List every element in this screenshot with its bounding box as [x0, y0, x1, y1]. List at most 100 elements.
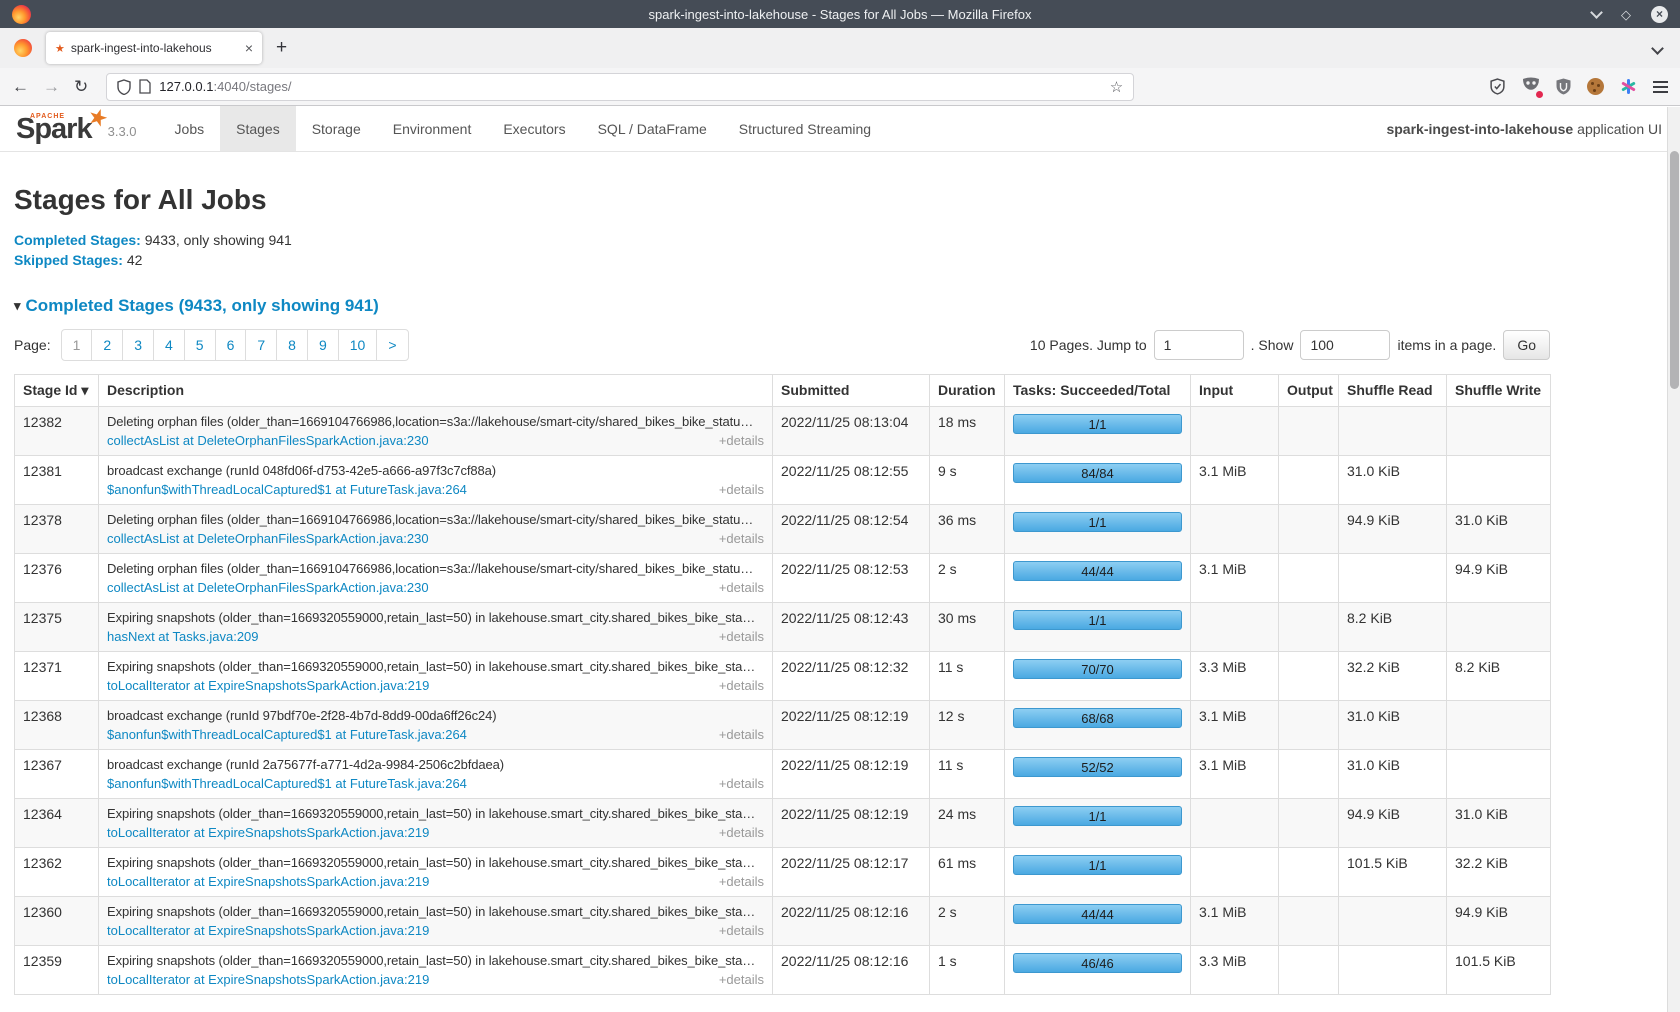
- page-button-5[interactable]: 5: [184, 329, 216, 361]
- page-size-input[interactable]: [1300, 330, 1390, 360]
- privacy-mask-extension-icon[interactable]: [1522, 77, 1540, 96]
- new-tab-button[interactable]: +: [276, 37, 287, 59]
- column-header-shuffle-write[interactable]: Shuffle Write: [1447, 375, 1551, 407]
- details-toggle[interactable]: +details: [719, 580, 764, 595]
- pagination-row: Page: 12345678910> 10 Pages. Jump to . S…: [14, 329, 1550, 361]
- column-header-duration[interactable]: Duration: [930, 375, 1005, 407]
- page-button-6[interactable]: 6: [215, 329, 247, 361]
- ublock-shield-icon[interactable]: [1556, 78, 1571, 95]
- details-toggle[interactable]: +details: [719, 678, 764, 693]
- stage-detail-link[interactable]: hasNext at Tasks.java:209: [107, 629, 259, 644]
- page-button-10[interactable]: 10: [338, 329, 378, 361]
- stage-detail-link[interactable]: collectAsList at DeleteOrphanFilesSparkA…: [107, 433, 429, 448]
- menu-icon[interactable]: [1653, 81, 1668, 93]
- go-button[interactable]: Go: [1503, 330, 1550, 360]
- stage-detail-link[interactable]: toLocalIterator at ExpireSnapshotsSparkA…: [107, 678, 429, 693]
- details-toggle[interactable]: +details: [719, 874, 764, 889]
- firefox-view-icon[interactable]: [14, 39, 32, 57]
- tasks-progress-bar: 44/44: [1013, 561, 1182, 581]
- page-button-1[interactable]: 1: [61, 329, 93, 361]
- url-bar[interactable]: 127.0.0.1:4040/stages/ ☆: [106, 73, 1134, 101]
- stage-detail-link[interactable]: $anonfun$withThreadLocalCaptured$1 at Fu…: [107, 727, 467, 742]
- page-button->[interactable]: >: [376, 329, 408, 361]
- details-toggle[interactable]: +details: [719, 776, 764, 791]
- output-cell: [1279, 701, 1339, 750]
- page-button-8[interactable]: 8: [276, 329, 308, 361]
- stage-detail-link[interactable]: collectAsList at DeleteOrphanFilesSparkA…: [107, 531, 429, 546]
- cookie-extension-icon[interactable]: [1587, 78, 1604, 95]
- stage-id-cell: 12359: [15, 946, 99, 995]
- permissions-shield-icon[interactable]: [117, 79, 131, 95]
- column-header-submitted[interactable]: Submitted: [773, 375, 930, 407]
- nav-tab-environment[interactable]: Environment: [377, 106, 488, 151]
- page-button-7[interactable]: 7: [245, 329, 277, 361]
- application-ui-label: spark-ingest-into-lakehouse application …: [1386, 106, 1680, 151]
- details-toggle[interactable]: +details: [719, 433, 764, 448]
- tab-close-icon[interactable]: ×: [245, 40, 253, 56]
- stage-detail-link[interactable]: toLocalIterator at ExpireSnapshotsSparkA…: [107, 923, 429, 938]
- column-header-description[interactable]: Description: [99, 375, 773, 407]
- bookmark-star-icon[interactable]: ☆: [1110, 78, 1123, 96]
- spark-logo[interactable]: APACHE Spark★ 3.3.0: [0, 106, 145, 151]
- completed-stages-link[interactable]: Completed Stages:: [14, 232, 141, 248]
- shuffle-read-cell: [1339, 407, 1447, 456]
- back-button[interactable]: ←: [12, 78, 29, 95]
- nav-tab-executors[interactable]: Executors: [487, 106, 581, 151]
- page-button-2[interactable]: 2: [91, 329, 123, 361]
- column-header-output[interactable]: Output: [1279, 375, 1339, 407]
- reload-button[interactable]: ↻: [74, 78, 88, 95]
- stage-detail-link[interactable]: toLocalIterator at ExpireSnapshotsSparkA…: [107, 972, 429, 987]
- completed-stages-section-header[interactable]: ▾ Completed Stages (9433, only showing 9…: [14, 296, 1680, 316]
- column-header-shuffle-read[interactable]: Shuffle Read: [1339, 375, 1447, 407]
- page-button-9[interactable]: 9: [307, 329, 339, 361]
- column-header-input[interactable]: Input: [1191, 375, 1279, 407]
- stage-detail-link[interactable]: $anonfun$withThreadLocalCaptured$1 at Fu…: [107, 482, 467, 497]
- output-cell: [1279, 554, 1339, 603]
- details-toggle[interactable]: +details: [719, 482, 764, 497]
- input-cell: 3.1 MiB: [1191, 701, 1279, 750]
- details-toggle[interactable]: +details: [719, 727, 764, 742]
- stage-detail-link[interactable]: toLocalIterator at ExpireSnapshotsSparkA…: [107, 825, 429, 840]
- input-cell: [1191, 848, 1279, 897]
- window-minimize-icon[interactable]: [1590, 6, 1603, 19]
- window-close-icon[interactable]: ×: [1651, 6, 1668, 23]
- details-toggle[interactable]: +details: [719, 629, 764, 644]
- container-asterisk-icon[interactable]: [1620, 78, 1637, 95]
- stage-detail-link[interactable]: toLocalIterator at ExpireSnapshotsSparkA…: [107, 874, 429, 889]
- scrollbar-thumb[interactable]: [1670, 151, 1679, 389]
- page-info-icon[interactable]: [139, 79, 151, 94]
- stage-detail-link[interactable]: $anonfun$withThreadLocalCaptured$1 at Fu…: [107, 776, 467, 791]
- description-cell: Expiring snapshots (older_than=166932055…: [99, 897, 773, 946]
- details-toggle[interactable]: +details: [719, 923, 764, 938]
- submitted-cell: 2022/11/25 08:12:43: [773, 603, 930, 652]
- shuffle-write-cell: [1447, 750, 1551, 799]
- jump-to-input[interactable]: [1154, 330, 1244, 360]
- page-button-4[interactable]: 4: [153, 329, 185, 361]
- browser-tab[interactable]: ★ spark-ingest-into-lakehous ×: [46, 32, 262, 64]
- column-header-tasks-succeeded-total[interactable]: Tasks: Succeeded/Total: [1005, 375, 1191, 407]
- column-header-stage-id[interactable]: Stage Id ▾: [15, 375, 99, 407]
- list-tabs-chevron-icon[interactable]: [1651, 42, 1664, 55]
- skipped-stages-link[interactable]: Skipped Stages:: [14, 252, 123, 268]
- details-toggle[interactable]: +details: [719, 825, 764, 840]
- window-maximize-icon[interactable]: ◇: [1621, 8, 1631, 21]
- details-toggle[interactable]: +details: [719, 531, 764, 546]
- stage-detail-link[interactable]: collectAsList at DeleteOrphanFilesSparkA…: [107, 580, 429, 595]
- spark-version: 3.3.0: [108, 124, 137, 139]
- output-cell: [1279, 505, 1339, 554]
- details-toggle[interactable]: +details: [719, 972, 764, 987]
- output-cell: [1279, 407, 1339, 456]
- nav-tab-sql-dataframe[interactable]: SQL / DataFrame: [582, 106, 723, 151]
- page-button-3[interactable]: 3: [122, 329, 154, 361]
- nav-tab-stages[interactable]: Stages: [220, 106, 296, 151]
- stage-description: Expiring snapshots (older_than=166932055…: [107, 659, 764, 674]
- nav-tab-structured-streaming[interactable]: Structured Streaming: [723, 106, 887, 151]
- page-scrollbar[interactable]: [1667, 107, 1680, 1012]
- stage-description: Expiring snapshots (older_than=166932055…: [107, 953, 764, 968]
- nav-tab-jobs[interactable]: Jobs: [159, 106, 221, 151]
- nav-tab-storage[interactable]: Storage: [296, 106, 377, 151]
- stage-id-cell: 12367: [15, 750, 99, 799]
- stage-id-cell: 12368: [15, 701, 99, 750]
- shield-check-extension-icon[interactable]: [1489, 78, 1506, 95]
- forward-button[interactable]: →: [43, 78, 60, 95]
